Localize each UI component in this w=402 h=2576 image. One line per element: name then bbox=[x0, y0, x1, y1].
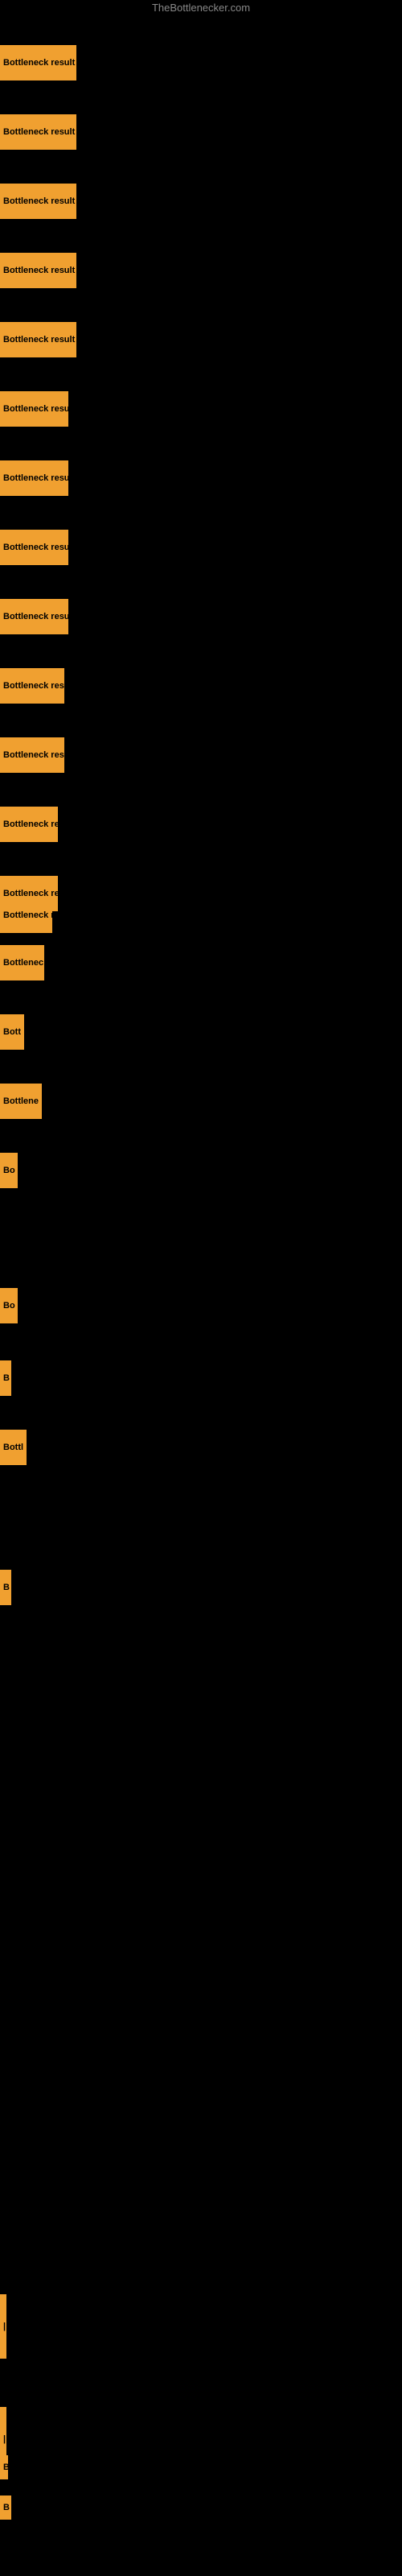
site-title: TheBottlenecker.com bbox=[0, 0, 402, 15]
bottleneck-result-badge[interactable]: Bottleneck result bbox=[0, 114, 76, 150]
bottleneck-result-badge[interactable]: B bbox=[0, 2496, 11, 2520]
bottleneck-result-badge[interactable]: Bottleneck resu bbox=[0, 530, 68, 565]
bottleneck-result-badge[interactable]: Bottleneck re bbox=[0, 807, 58, 842]
bottleneck-result-badge[interactable]: Bottleneck resu bbox=[0, 460, 68, 496]
bottleneck-result-badge[interactable]: B bbox=[0, 1360, 11, 1396]
bottleneck-result-badge[interactable]: B bbox=[0, 2455, 8, 2479]
bottleneck-result-badge[interactable]: Bottlene bbox=[0, 1084, 42, 1119]
bottleneck-result-badge[interactable]: Bott bbox=[0, 1014, 24, 1050]
bottleneck-result-badge[interactable]: Bottleneck result bbox=[0, 322, 76, 357]
bottleneck-result-badge[interactable]: Bo bbox=[0, 1288, 18, 1323]
bottleneck-result-badge[interactable]: Bottleneck resu bbox=[0, 668, 64, 704]
bottleneck-result-badge[interactable]: Bottlenec bbox=[0, 945, 44, 980]
bottleneck-result-badge[interactable]: Bottleneck resu bbox=[0, 599, 68, 634]
bottleneck-result-badge[interactable]: Bottleneck resu bbox=[0, 737, 64, 773]
bottleneck-result-badge[interactable]: Bottleneck resu bbox=[0, 391, 68, 427]
bottleneck-result-badge[interactable]: Bottl bbox=[0, 1430, 27, 1465]
bottleneck-result-badge[interactable]: Bottleneck re bbox=[0, 898, 52, 933]
bottleneck-result-badge[interactable]: Bottleneck result bbox=[0, 253, 76, 288]
bottleneck-result-badge[interactable]: Bottleneck result bbox=[0, 45, 76, 80]
bottleneck-result-badge[interactable]: Bottleneck result bbox=[0, 184, 76, 219]
bottleneck-result-badge[interactable]: | bbox=[0, 2294, 6, 2359]
bottleneck-result-badge[interactable]: Bo bbox=[0, 1153, 18, 1188]
bottleneck-result-badge[interactable]: B bbox=[0, 1570, 11, 1605]
